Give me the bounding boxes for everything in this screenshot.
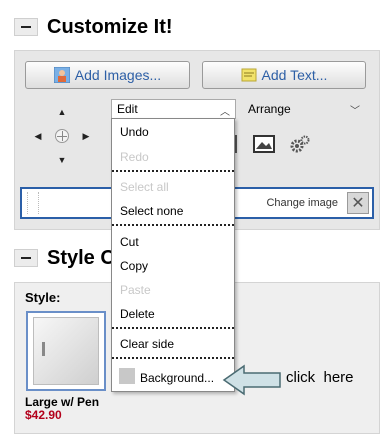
menu-item-delete[interactable]: Delete [120,307,155,321]
menu-item-clear-side[interactable]: Clear side [120,337,174,351]
edit-select-value: Edit [117,102,138,116]
move-left-icon[interactable]: ◀ [31,129,45,143]
menu-item-copy[interactable]: Copy [120,259,148,273]
menu-separator [112,224,234,226]
drag-handle-icon[interactable] [27,192,39,214]
chevron-down-icon: ﹀ [350,106,360,117]
customize-title: Customize It! [47,15,173,38]
menu-item-cut[interactable]: Cut [120,235,139,249]
style-label: Style: [25,290,61,305]
minus-icon [21,257,31,259]
product-thumbnail[interactable] [26,311,106,391]
add-text-label: Add Text... [261,67,328,83]
sticky-note-icon [241,68,257,82]
move-down-icon[interactable]: ▼ [55,153,69,167]
chevron-up-icon: ︿ [220,107,230,118]
image-icon[interactable] [253,135,275,153]
remove-layer-button[interactable]: ✕ [347,192,369,214]
callout-text: click here [286,369,354,386]
gear-icon[interactable] [289,135,311,155]
add-text-button[interactable]: Add Text... [202,61,366,89]
person-icon [53,67,70,83]
menu-separator [112,170,234,172]
background-swatch-icon [119,368,135,384]
arrange-select-value: Arrange [248,102,291,116]
menu-item-paste: Paste [120,283,151,297]
callout-arrow-icon [222,364,281,396]
menu-item-select-all: Select all [120,180,169,194]
collapse-style-button[interactable] [14,249,38,267]
change-image-link[interactable]: Change image [266,197,338,209]
menu-item-undo[interactable]: Undo [120,125,149,139]
minus-icon [21,26,31,28]
add-images-button[interactable]: Add Images... [25,61,190,89]
customize-header: Customize It! [14,12,173,42]
edit-dropdown-menu: Undo Redo Select all Select none Cut Cop… [111,118,235,392]
close-icon: ✕ [351,195,365,212]
collapse-customize-button[interactable] [14,18,38,36]
product-price: $42.90 [25,408,62,422]
product-name: Large w/ Pen [25,395,100,409]
menu-item-redo: Redo [120,150,149,164]
menu-item-select-none[interactable]: Select none [120,204,183,218]
menu-separator [112,327,234,329]
move-right-icon[interactable]: ▶ [79,129,93,143]
add-images-label: Add Images... [74,67,162,83]
arrange-select[interactable]: Arrange ﹀ [243,99,365,119]
product-image [33,317,99,385]
menu-item-background[interactable]: Background... [140,371,214,385]
move-up-icon[interactable]: ▲ [55,105,69,119]
edit-select[interactable]: Edit ︿ [111,99,236,119]
center-icon[interactable] [55,129,69,143]
menu-separator [112,357,234,359]
